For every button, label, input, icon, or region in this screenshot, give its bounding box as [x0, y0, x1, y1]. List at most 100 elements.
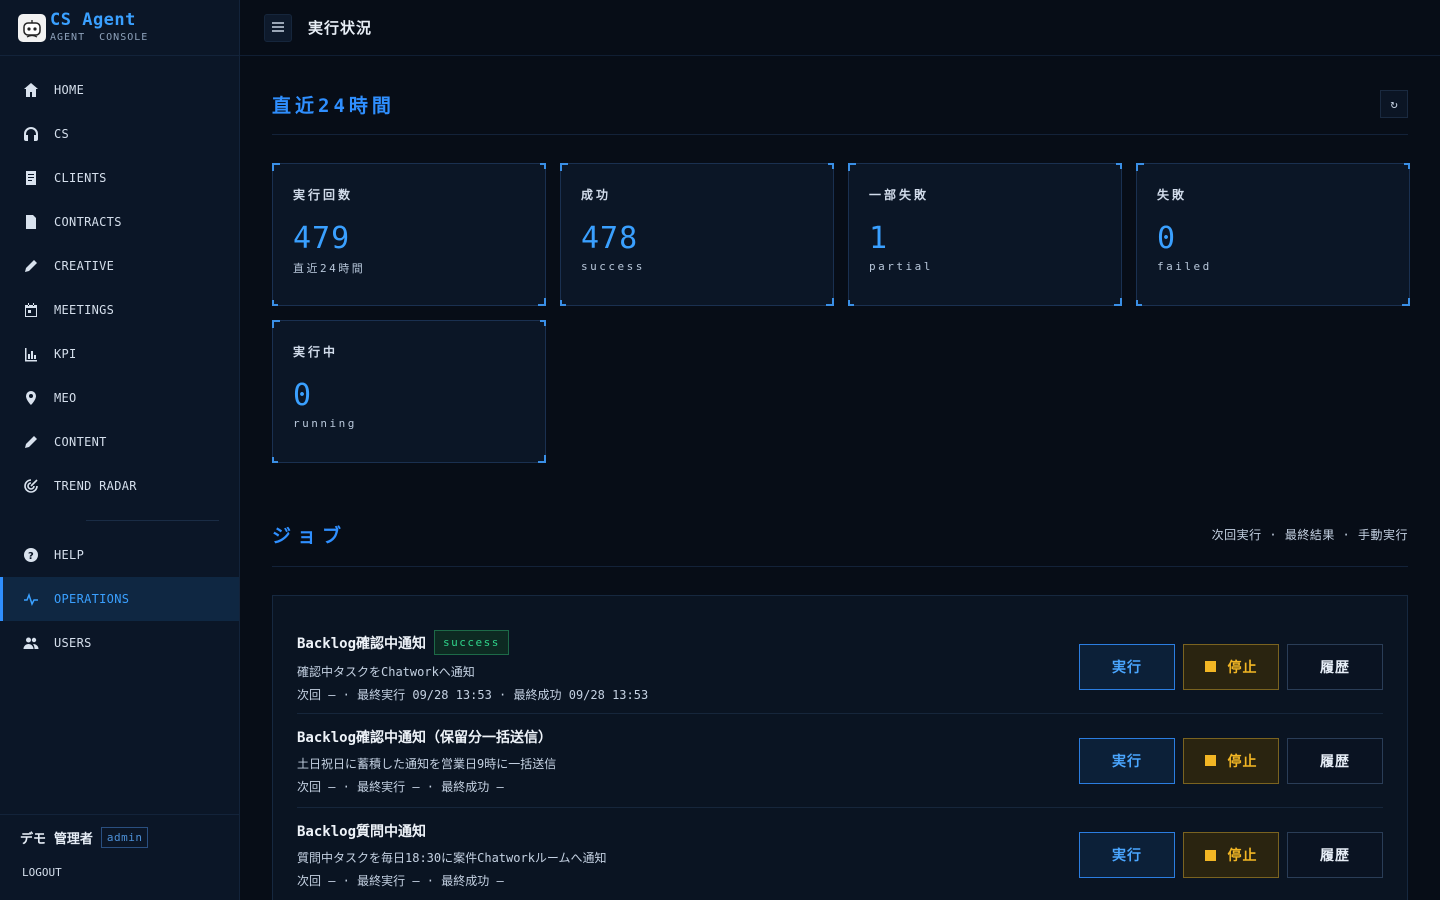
sidebar-item-label: MEETINGS — [54, 303, 115, 317]
headset-icon — [22, 125, 40, 143]
run-button[interactable]: 実行 — [1079, 643, 1175, 690]
brand-subtitle: AGENT CONSOLE — [50, 32, 149, 43]
job-name: Backlog確認中通知（保留分一括送信） — [297, 727, 556, 747]
page-title: 実行状況 — [308, 19, 373, 37]
stat-sub: running — [293, 417, 357, 430]
sidebar-divider — [86, 520, 219, 521]
brand[interactable]: CS Agent AGENT CONSOLE — [0, 0, 239, 56]
radar-icon — [22, 477, 40, 495]
stat-sub: success — [581, 260, 645, 273]
job-actions: 実行 停止 履歴 — [1079, 832, 1383, 878]
stat-card-partial: 一部失敗 1 partial — [848, 163, 1122, 306]
history-button[interactable]: 履歴 — [1287, 643, 1383, 690]
stop-square-icon — [1204, 755, 1216, 766]
stat-value: 478 — [581, 221, 639, 256]
job-meta: 次回 — · 最終実行 — · 最終成功 — — [297, 779, 504, 794]
role-badge: admin — [100, 827, 149, 848]
home-icon — [22, 81, 40, 99]
job-info: Backlog確認中通知（保留分一括送信） 土日祝日に蓄積した通知を営業日9時に… — [297, 727, 556, 795]
summary-header: 直近24時間 ↻ — [272, 56, 1408, 135]
job-description: 質問中タスクを毎日18:30に案件Chatworkルームへ通知 — [297, 851, 607, 865]
job-description: 確認中タスクをChatworkへ通知 — [297, 665, 475, 679]
sidebar-item-creative[interactable]: CREATIVE — [0, 244, 239, 288]
job-name: Backlog確認中通知 success — [297, 630, 648, 655]
hamburger-icon — [271, 18, 285, 37]
stat-label: 成功 — [581, 188, 612, 202]
job-info: Backlog確認中通知 success 確認中タスクをChatworkへ通知 … — [297, 630, 648, 703]
job-row: Backlog確認中通知 success 確認中タスクをChatworkへ通知 … — [297, 596, 1383, 714]
stop-button[interactable]: 停止 — [1183, 832, 1279, 878]
menu-toggle-button[interactable] — [264, 13, 292, 42]
sidebar-item-kpi[interactable]: KPI — [0, 332, 239, 376]
topbar: 実行状況 — [240, 0, 1440, 56]
pencil-icon — [22, 257, 40, 275]
sidebar-footer: デモ 管理者 admin LOGOUT — [0, 814, 239, 900]
stop-label: 停止 — [1227, 659, 1258, 676]
svg-text:?: ? — [28, 551, 34, 562]
stat-card-failed: 失敗 0 failed — [1136, 163, 1410, 306]
sidebar-item-content[interactable]: CONTENT — [0, 420, 239, 464]
job-name: Backlog質問中通知 — [297, 821, 607, 841]
sidebar-item-users[interactable]: USERS — [0, 621, 239, 665]
sidebar-item-label: OPERATIONS — [54, 592, 130, 606]
sidebar-item-contracts[interactable]: CONTRACTS — [0, 200, 239, 244]
job-title: Backlog質問中通知 — [297, 824, 427, 840]
refresh-button[interactable]: ↻ — [1380, 90, 1408, 118]
sidebar-item-label: HELP — [54, 548, 85, 562]
stat-sub: failed — [1157, 260, 1212, 273]
user-name: デモ 管理者 — [20, 832, 93, 847]
user-info: デモ 管理者 admin — [20, 827, 219, 848]
jobs-panel: Backlog確認中通知 success 確認中タスクをChatworkへ通知 … — [272, 595, 1408, 900]
sidebar-item-operations[interactable]: OPERATIONS — [0, 577, 239, 621]
brand-title: CS Agent — [50, 10, 136, 30]
stat-label: 失敗 — [1157, 188, 1188, 202]
stop-button[interactable]: 停止 — [1183, 643, 1279, 690]
map-pin-icon — [22, 389, 40, 407]
sidebar-item-clients[interactable]: CLIENTS — [0, 156, 239, 200]
clipboard-icon — [22, 169, 40, 187]
calendar-icon — [22, 301, 40, 319]
pencil-icon — [22, 433, 40, 451]
robot-logo-icon — [18, 13, 46, 42]
help-icon: ? — [22, 546, 40, 564]
history-button[interactable]: 履歴 — [1287, 832, 1383, 878]
sidebar-item-meetings[interactable]: MEETINGS — [0, 288, 239, 332]
summary-title: 直近24時間 — [272, 94, 395, 117]
stat-value: 0 — [1157, 221, 1177, 256]
jobs-legend: 次回実行 · 最終結果 · 手動実行 — [1211, 528, 1408, 542]
stat-sub: 直近24時間 — [293, 262, 366, 275]
sidebar-item-meo[interactable]: MEO — [0, 376, 239, 420]
stat-label: 一部失敗 — [869, 188, 930, 202]
job-actions: 実行 停止 履歴 — [1079, 737, 1383, 784]
sidebar: CS Agent AGENT CONSOLE HOME CS CLIENTS C… — [0, 0, 240, 900]
sidebar-item-label: CLIENTS — [54, 171, 107, 185]
stop-button[interactable]: 停止 — [1183, 737, 1279, 784]
job-description: 土日祝日に蓄積した通知を営業日9時に一括送信 — [297, 756, 557, 771]
sidebar-item-label: TREND RADAR — [54, 479, 137, 493]
sidebar-item-cs[interactable]: CS — [0, 112, 239, 156]
logout-link[interactable]: LOGOUT — [20, 866, 219, 879]
stats-grid: 実行回数 479 直近24時間 成功 478 success 一部失敗 1 pa… — [272, 163, 1410, 463]
sidebar-item-trend-radar[interactable]: TREND RADAR — [0, 464, 239, 508]
sidebar-item-label: MEO — [54, 391, 77, 405]
sidebar-item-help[interactable]: ? HELP — [0, 533, 239, 577]
sidebar-nav: HOME CS CLIENTS CONTRACTS CREATIVE MEETI… — [0, 56, 239, 665]
job-actions: 実行 停止 履歴 — [1079, 643, 1383, 690]
stop-square-icon — [1204, 849, 1216, 861]
main-content: 直近24時間 ↻ 実行回数 479 直近24時間 成功 478 success … — [272, 56, 1410, 900]
stat-value: 1 — [869, 221, 889, 256]
sidebar-item-label: KPI — [54, 347, 77, 361]
sidebar-item-home[interactable]: HOME — [0, 68, 239, 112]
run-button[interactable]: 実行 — [1079, 737, 1175, 784]
sidebar-item-label: CONTENT — [54, 435, 107, 449]
stat-value: 0 — [293, 378, 313, 413]
job-info: Backlog質問中通知 質問中タスクを毎日18:30に案件Chatworkルー… — [297, 821, 607, 889]
history-button[interactable]: 履歴 — [1287, 737, 1383, 784]
stat-label: 実行中 — [293, 345, 339, 359]
stop-square-icon — [1204, 661, 1216, 672]
sidebar-item-label: USERS — [54, 636, 92, 650]
run-button[interactable]: 実行 — [1079, 832, 1175, 878]
job-row: Backlog質問中通知 質問中タスクを毎日18:30に案件Chatworkルー… — [297, 808, 1383, 900]
sidebar-item-label: CREATIVE — [54, 259, 115, 273]
stat-label: 実行回数 — [293, 188, 354, 202]
